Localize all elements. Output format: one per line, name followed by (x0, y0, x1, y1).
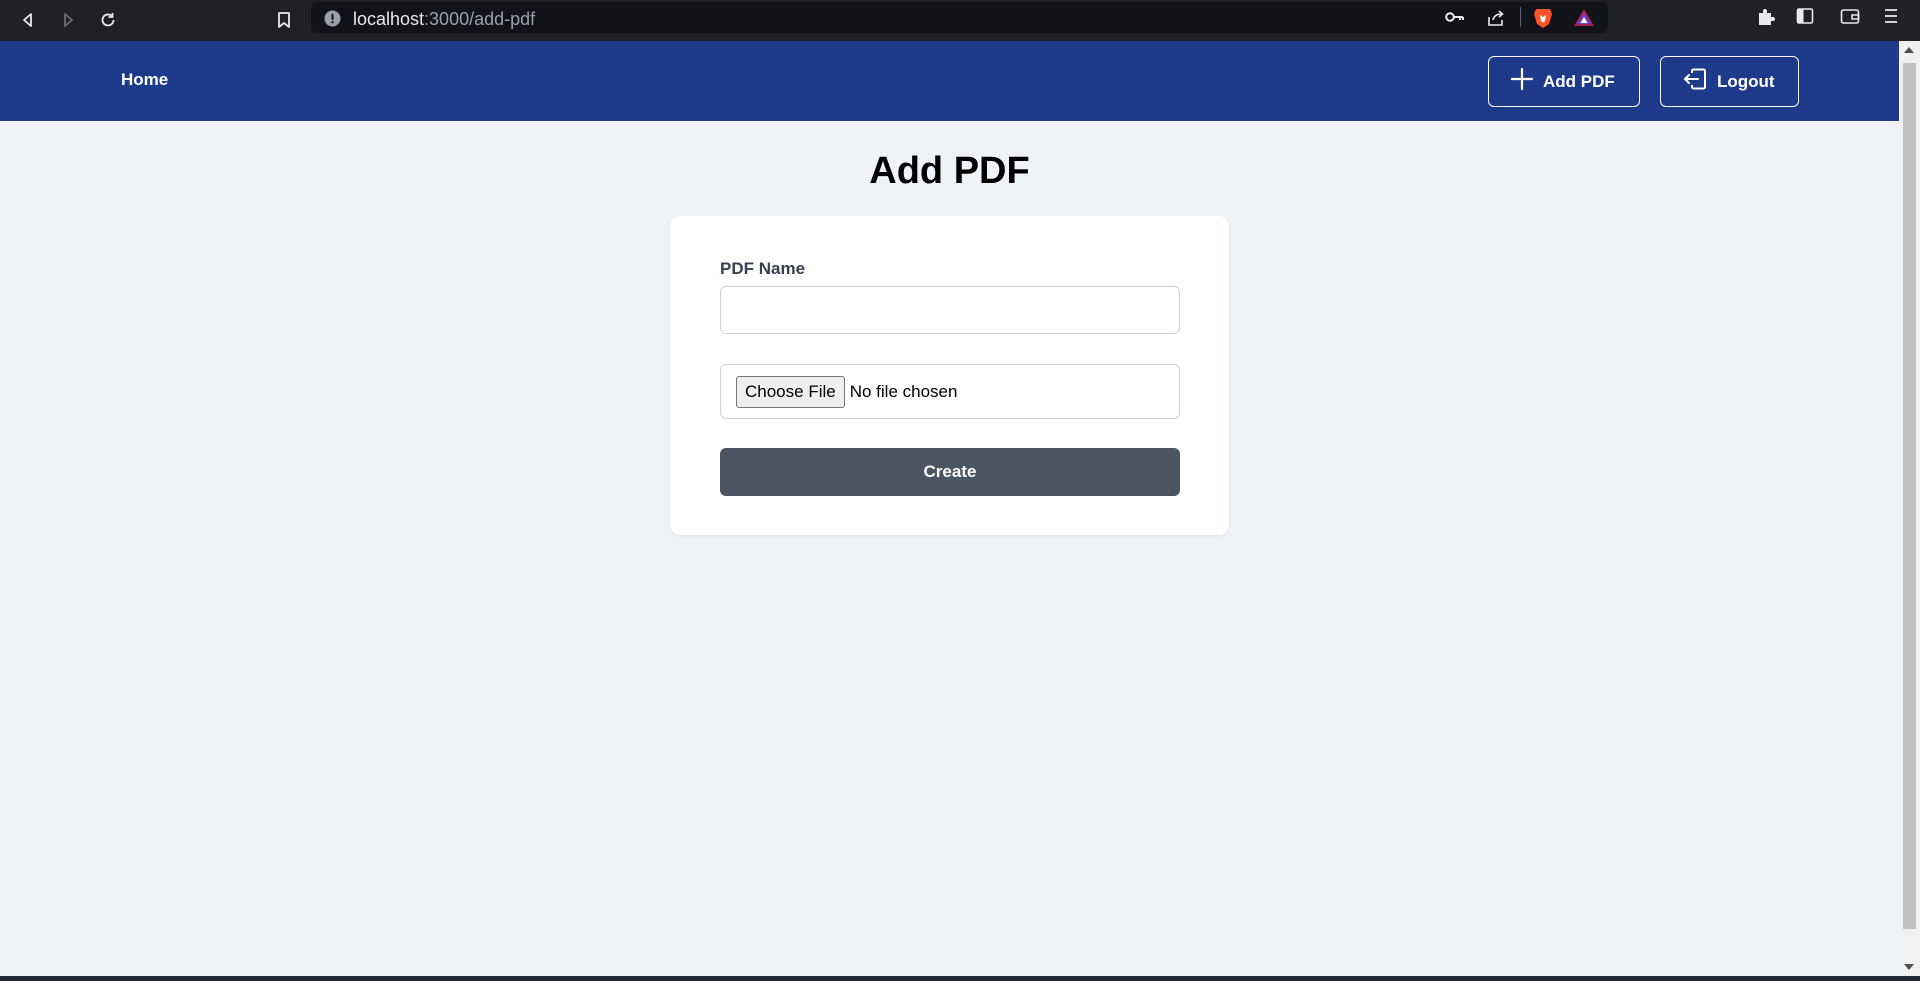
plus-icon (1510, 67, 1534, 95)
address-bar[interactable]: localhost:3000/add-pdf (311, 2, 1608, 33)
toolbar-divider (1520, 7, 1521, 27)
url-path: :3000/add-pdf (424, 9, 536, 29)
pdf-name-label: PDF Name (720, 259, 806, 278)
nav-home-link[interactable]: Home (121, 70, 168, 90)
scroll-thumb[interactable] (1903, 63, 1916, 929)
logout-button[interactable]: Logout (1660, 56, 1799, 107)
key-icon[interactable] (1445, 9, 1465, 25)
add-pdf-button[interactable]: Add PDF (1488, 56, 1640, 107)
info-icon[interactable] (324, 10, 341, 27)
pdf-name-input[interactable] (720, 286, 1180, 334)
brave-shield-icon[interactable] (1533, 7, 1553, 29)
app-navbar: Home Add PDF Logout (0, 41, 1899, 121)
file-input[interactable]: Choose File No file chosen (720, 364, 1180, 419)
page-title: Add PDF (869, 150, 1030, 192)
scroll-up-arrow-icon[interactable] (1904, 47, 1914, 53)
choose-file-button[interactable]: Choose File (736, 375, 845, 408)
back-icon[interactable] (14, 6, 42, 34)
browser-toolbar: localhost:3000/add-pdf (0, 0, 1920, 42)
logout-label: Logout (1717, 71, 1775, 91)
scroll-down-arrow-icon[interactable] (1904, 964, 1914, 970)
create-button[interactable]: Create (720, 448, 1180, 496)
share-icon[interactable] (1486, 9, 1506, 27)
page-scrollbar[interactable] (1899, 41, 1920, 976)
bookmark-icon[interactable] (270, 6, 298, 34)
add-pdf-form: PDF Name Choose File No file chosen Crea… (670, 216, 1229, 535)
menu-icon[interactable] (1884, 7, 1898, 25)
file-status-text: No file chosen (849, 381, 958, 401)
reload-icon[interactable] (94, 6, 122, 34)
url-text: localhost:3000/add-pdf (353, 9, 535, 30)
logout-icon (1683, 67, 1707, 96)
window-bottom-edge (0, 976, 1920, 981)
wallet-icon[interactable] (1840, 7, 1860, 25)
extensions-icon[interactable] (1756, 7, 1776, 27)
url-host: localhost (353, 9, 425, 29)
brave-rewards-icon[interactable] (1573, 8, 1595, 27)
add-pdf-label: Add PDF (1543, 71, 1615, 91)
forward-icon[interactable] (54, 6, 82, 34)
sidebar-icon[interactable] (1796, 7, 1814, 25)
